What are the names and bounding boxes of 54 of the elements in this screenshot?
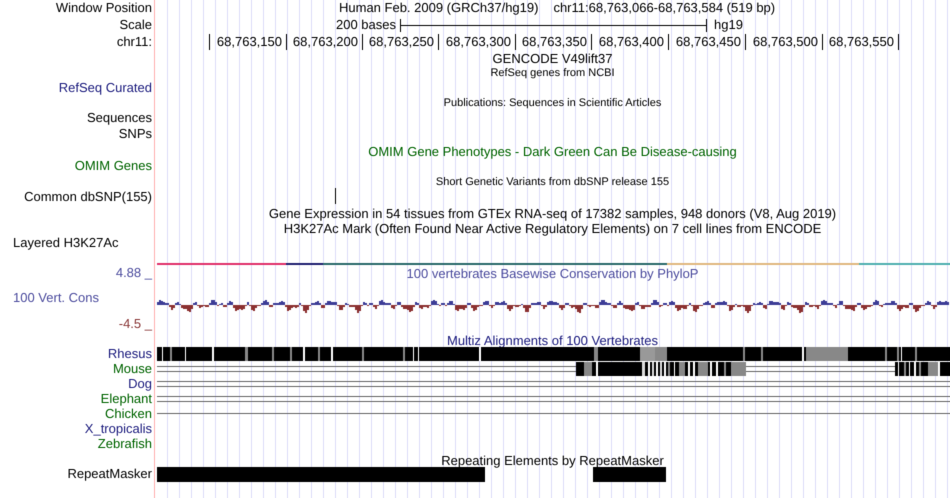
ruler-tick (362, 34, 363, 50)
ruler-label: 68,763,300 (446, 34, 511, 49)
ruler-label: 68,763,550 (828, 34, 894, 49)
track-title: H3K27Ac Mark (Often Found Near Active Regulatory Elements) on 7 cell lines from ENCODE (284, 221, 822, 236)
track-label: Dog (128, 376, 152, 391)
snp-mark (335, 188, 336, 204)
ruler-tick (515, 34, 516, 50)
ruler-label: 68,763,400 (598, 34, 664, 49)
track-label: Elephant (100, 391, 152, 406)
track-label: RefSeq Curated (58, 80, 152, 95)
ruler-label: 68,763,250 (368, 34, 434, 49)
ruler-tick (898, 34, 899, 50)
axis-label: 4.88 _ (116, 265, 152, 280)
ruler-tick (745, 34, 746, 50)
track-label: Rhesus (108, 346, 152, 361)
track-title: OMIM Gene Phenotypes - Dark Green Can Be Disease-causing (368, 144, 737, 159)
scale-text: 200 bases (336, 17, 396, 32)
ruler-label: 68,763,450 (676, 34, 741, 49)
row-label: Scale (119, 17, 152, 32)
track-label: Sequences (86, 110, 152, 125)
track-label: RepeatMasker (67, 466, 152, 481)
track-label: Mouse (112, 361, 152, 376)
track-title: Repeating Elements by RepeatMasker (441, 453, 664, 468)
ruler-label: 68,763,150 (216, 34, 282, 49)
track-title: Short Genetic Variants from dbSNP release 155 (436, 176, 670, 189)
ruler-tick (668, 34, 669, 50)
track-label: Common dbSNP(155) (24, 189, 152, 204)
ruler-label: 68,763,200 (292, 34, 358, 49)
track-label: Layered H3K27Ac (13, 235, 119, 250)
track-title: Publications: Sequences in Scientific Articles (444, 97, 662, 110)
track-label: OMIM Genes (74, 158, 152, 173)
row-label: Window Position (56, 0, 152, 15)
track-title: Multiz Alignments of 100 Vertebrates (446, 333, 658, 348)
track-title: Gene Expression in 54 tissues from GTEx RNA-seq of 17382 samples, 948 donors (V8, Aug 2019) (268, 206, 836, 221)
ruler-label: 68,763,500 (752, 34, 818, 49)
ruler-label: 68,763,350 (522, 34, 587, 49)
axis-label: -4.5 _ (118, 316, 152, 331)
ruler-tick (822, 34, 823, 50)
ruler-tick (209, 34, 210, 50)
track-label: SNPs (118, 126, 152, 141)
ruler-tick (591, 34, 592, 50)
track-label: 100 Vert. Cons (13, 290, 99, 305)
row-label: chr11: (116, 34, 152, 49)
track-title: RefSeq genes from NCBI (490, 67, 615, 80)
track-label: X_tropicalis (84, 421, 152, 436)
position-text: chr11:68,763,066-68,763,584 (519 bp) (553, 0, 776, 15)
ruler-tick (286, 34, 287, 50)
track-label: Zebrafish (98, 436, 152, 451)
track-title: GENCODE V49lift37 (492, 51, 612, 66)
assembly-title: Human Feb. 2009 (GRCh37/hg19) (339, 0, 538, 15)
ruler-tick (438, 34, 439, 50)
assembly-label: hg19 (714, 17, 743, 32)
track-title: 100 vertebrates Basewise Conservation by PhyloP (406, 266, 698, 281)
track-label: Chicken (105, 406, 152, 421)
